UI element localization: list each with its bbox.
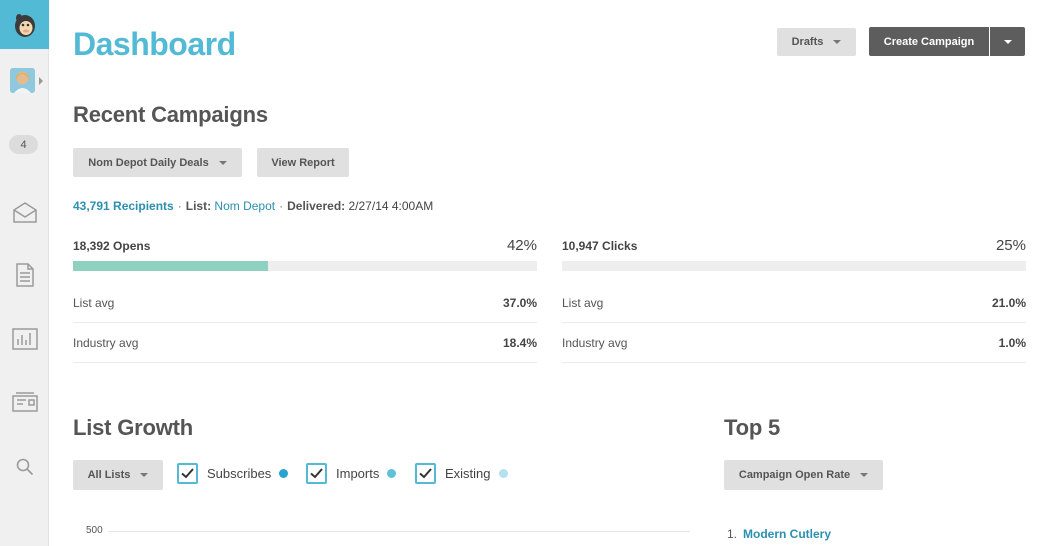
toggle-label: Subscribes [207,466,272,481]
row-value: 21.0% [991,295,1026,310]
row-label: Industry avg [73,335,139,350]
checkbox[interactable] [177,463,198,484]
checkmark-icon [419,468,432,479]
row-label: List avg [73,295,115,310]
clicks-label: 10,947 Clicks [562,239,638,253]
rank: 1. [727,527,738,541]
campaign-meta: 43,791 Recipients · List: Nom Depot · Delive… [73,199,433,213]
opens-industry-avg-row: Industry avg 18.4% [73,323,537,363]
autoresponders-icon[interactable] [11,389,38,416]
legend-dot [279,469,289,478]
legend-dot [498,469,508,478]
drafts-dropdown[interactable]: Drafts [777,28,856,56]
chevron-down-icon [140,473,149,477]
chevron-right-icon [39,76,43,85]
chevron-down-icon [833,40,842,44]
checkbox[interactable] [306,463,327,484]
chevron-down-icon [1003,39,1012,44]
drafts-label: Drafts [791,36,824,48]
campaigns-envelope-icon[interactable] [11,199,38,226]
campaign-select-value: Nom Depot Daily Deals [88,156,209,169]
opens-list-avg-row: List avg 37.0% [73,283,537,323]
opens-progress-bar [73,261,537,271]
list-label: List: [185,199,212,213]
clicks-progress-bar [562,261,1026,271]
checkbox[interactable] [415,463,436,484]
campaign-select[interactable]: Nom Depot Daily Deals [73,148,242,177]
create-campaign-label: Create Campaign [883,35,975,48]
existing-toggle[interactable]: Existing [415,463,508,484]
separator: · [177,199,182,213]
page-title: Dashboard [73,26,236,62]
list-select-value: All Lists [87,469,131,481]
opens-stats: 18,392 Opens 42% List avg 37.0% Industry… [73,237,537,363]
opens-progress-fill [73,261,268,271]
row-value: 37.0% [502,295,537,310]
account-menu[interactable] [10,68,43,93]
row-value: 1.0% [998,335,1026,350]
view-report-label: View Report [271,156,335,169]
row-label: List avg [562,295,604,310]
sidebar: 4 [0,0,49,546]
notification-count-badge[interactable]: 4 [9,135,38,154]
create-campaign-menu-button[interactable] [990,27,1025,56]
opens-percent: 42% [506,237,537,254]
separator: · [279,199,284,213]
list-link[interactable]: Nom Depot [214,199,275,213]
recent-campaigns-title: Recent Campaigns [73,102,268,127]
campaign-link[interactable]: Modern Cutlery [743,527,831,541]
top5-metric-select[interactable]: Campaign Open Rate [724,460,883,490]
mailchimp-logo-icon[interactable] [0,0,49,49]
toggle-label: Existing [445,466,491,481]
top5-list-item: 1. Modern Cutlery [727,527,831,541]
y-axis-tick: 500 [86,525,103,536]
clicks-industry-avg-row: Industry avg 1.0% [562,323,1026,363]
imports-toggle[interactable]: Imports [306,463,397,484]
list-select[interactable]: All Lists [73,460,163,490]
recipients-link[interactable]: 43,791 Recipients [73,199,174,213]
grid-line [108,531,690,532]
checkmark-icon [310,468,323,479]
avatar [10,68,35,93]
chevron-down-icon [218,160,227,165]
chevron-down-icon [860,473,869,477]
templates-document-icon[interactable] [11,261,38,288]
clicks-percent: 25% [995,237,1026,254]
toggle-label: Imports [336,466,380,481]
delivered-value: 2/27/14 4:00AM [348,199,434,213]
opens-label: 18,392 Opens [73,239,151,253]
top5-title: Top 5 [724,415,781,440]
row-label: Industry avg [562,335,628,350]
row-value: 18.4% [502,335,537,350]
clicks-stats: 10,947 Clicks 25% List avg 21.0% Industr… [562,237,1026,363]
view-report-button[interactable]: View Report [257,148,349,177]
reports-chart-icon[interactable] [11,325,38,352]
create-campaign-button[interactable]: Create Campaign [869,27,989,56]
clicks-list-avg-row: List avg 21.0% [562,283,1026,323]
checkmark-icon [181,468,194,479]
list-growth-title: List Growth [73,415,194,440]
subscribes-toggle[interactable]: Subscribes [177,463,289,484]
delivered-label: Delivered: [287,199,346,213]
legend-dot [387,469,397,478]
metric-select-value: Campaign Open Rate [738,469,851,481]
search-icon[interactable] [11,453,38,480]
